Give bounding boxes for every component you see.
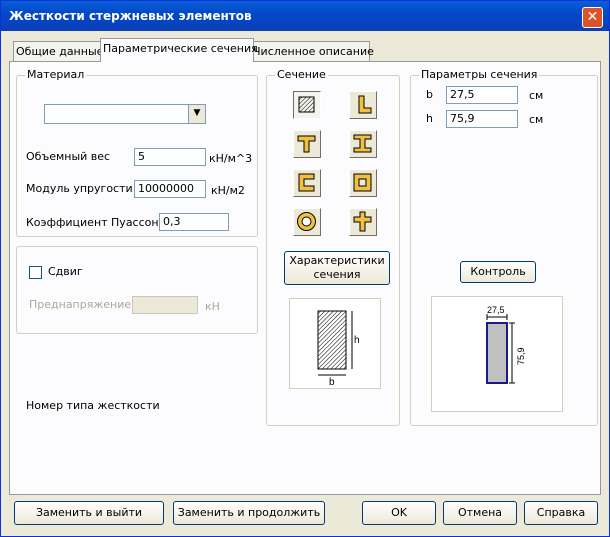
modulus-unit: кН/м2 [211, 184, 245, 197]
tab-parametric[interactable]: Параметрические сечения [100, 38, 258, 62]
weight-label: Объемный вес [26, 150, 111, 163]
preview-b-label: b [329, 377, 335, 388]
rectangle-section-icon [298, 96, 315, 113]
prestress-unit: кН [205, 300, 220, 313]
preview-h-label: h [354, 335, 360, 346]
stiffness-type-label: Номер типа жесткости [26, 399, 160, 412]
characteristics-label-1: Характеристики [289, 254, 385, 267]
params-sketch: 27,5 75,9 [486, 305, 526, 384]
shape-angle-button[interactable] [349, 91, 377, 119]
b-label: b [426, 88, 433, 101]
help-button[interactable]: Справка [524, 501, 598, 525]
tee-section-icon [297, 135, 316, 153]
shear-group: Сдвиг Преднапряжение кН [16, 246, 258, 334]
shape-tee-button[interactable] [293, 130, 321, 158]
params-group-label: Параметры сечения [419, 68, 540, 81]
dialog-window: Жесткости стержневых элементов ✕ Общие д… [0, 0, 610, 537]
shape-box-button[interactable] [349, 169, 377, 197]
h-unit: см [529, 113, 544, 126]
tab-numeric[interactable]: Численное описание [250, 41, 374, 61]
replace-continue-button[interactable]: Заменить и продолжить [173, 501, 325, 525]
section-group-label: Сечение [275, 68, 328, 81]
h-input[interactable]: 75,9 [446, 110, 518, 128]
modulus-label: Модуль упругости [26, 182, 133, 195]
shape-ibeam-button[interactable] [349, 130, 377, 158]
window-title: Жесткости стержневых элементов [9, 9, 252, 23]
title-bar[interactable]: Жесткости стержневых элементов ✕ [1, 1, 609, 31]
section-preview: h b [289, 298, 381, 389]
characteristics-label-2: сечения [313, 268, 361, 281]
box-section-icon [353, 173, 372, 192]
cancel-button[interactable]: Отмена [443, 501, 517, 525]
close-button[interactable]: ✕ [582, 7, 603, 28]
prestress-input[interactable] [132, 296, 198, 314]
ibeam-section-icon [353, 134, 372, 153]
shear-label: Сдвиг [48, 265, 83, 278]
poisson-input[interactable]: 0,3 [159, 213, 229, 231]
weight-unit: кН/м^3 [209, 152, 253, 165]
ring-section-icon [297, 212, 316, 231]
material-combo[interactable]: ▼ [44, 104, 206, 124]
shape-ring-button[interactable] [293, 208, 321, 236]
ok-button[interactable]: OK [362, 501, 436, 525]
material-group-label: Материал [25, 68, 87, 81]
shape-channel-button[interactable] [293, 169, 321, 197]
tab-page: Материал ▼ Объемный вес 5 кН/м^3 Модуль … [9, 61, 601, 495]
section-group: Сечение Характеристики сечения h b [266, 68, 400, 426]
replace-exit-button[interactable]: Заменить и выйти [14, 501, 164, 525]
control-button[interactable]: Контроль [460, 261, 536, 283]
tab-general[interactable]: Общие данные [13, 41, 105, 61]
dim-h-label: 75,9 [516, 347, 526, 365]
characteristics-button[interactable]: Характеристики сечения [284, 251, 390, 285]
cross-section-icon [353, 211, 372, 232]
h-label: h [426, 112, 433, 125]
chevron-down-icon[interactable]: ▼ [188, 105, 205, 123]
material-group: Материал ▼ Объемный вес 5 кН/м^3 Модуль … [16, 68, 258, 237]
poisson-label: Коэффициент Пуассона [26, 216, 166, 229]
angle-section-icon [358, 95, 372, 114]
shear-checkbox[interactable] [29, 266, 42, 279]
weight-input[interactable]: 5 [134, 148, 206, 166]
b-input[interactable]: 27,5 [446, 86, 518, 104]
shape-rectangle-button[interactable] [293, 91, 321, 119]
params-preview: 27,5 75,9 [431, 296, 563, 412]
b-unit: см [529, 89, 544, 102]
shape-cross-button[interactable] [349, 208, 377, 236]
channel-section-icon [298, 173, 315, 192]
modulus-input[interactable]: 10000000 [134, 180, 206, 198]
section-sketch: h b [317, 310, 360, 388]
prestress-label: Преднапряжение [29, 298, 132, 311]
dim-b-label: 27,5 [487, 305, 505, 315]
params-group: Параметры сечения b 27,5 см h 75,9 см Ко… [410, 68, 598, 426]
